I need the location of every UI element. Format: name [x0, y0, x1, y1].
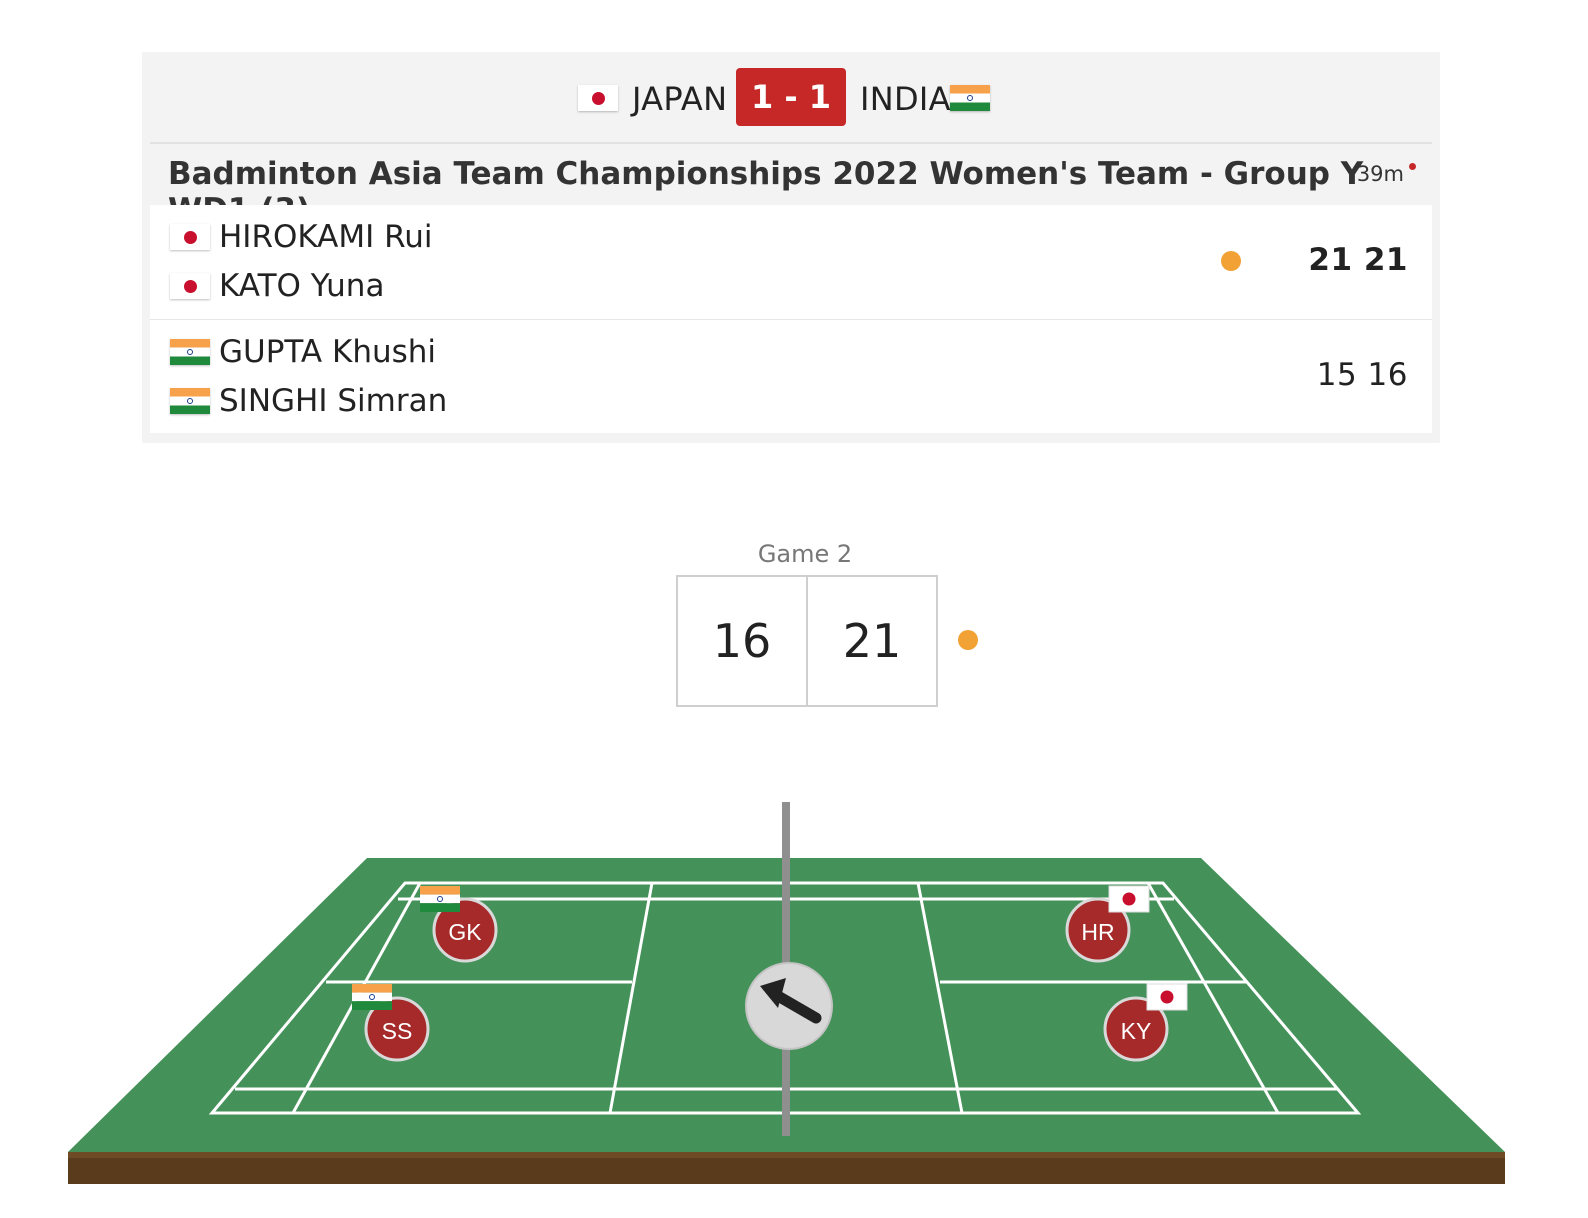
home-pair-row: HIROKAMI Rui KATO Yuna 21 21 — [150, 205, 1432, 320]
player-row: KATO Yuna — [170, 266, 384, 306]
player-name: KATO Yuna — [219, 268, 385, 304]
home-team-name: JAPAN — [632, 80, 728, 118]
india-flag-icon — [950, 85, 990, 111]
japan-flag-icon — [170, 224, 210, 250]
divider — [150, 142, 1432, 144]
player-row: HIROKAMI Rui — [170, 217, 433, 257]
japan-flag-icon — [578, 85, 618, 111]
match-card: JAPAN 1 - 1 INDIA Badminton Asia Team Ch… — [142, 52, 1440, 443]
pair-game-scores: 15 16 — [1316, 357, 1408, 393]
match-duration: 39m — [1356, 162, 1404, 186]
japan-flag-icon — [1108, 885, 1150, 913]
india-flag-icon — [170, 388, 210, 414]
player-name: SINGHI Simran — [219, 383, 448, 419]
player-initials: KY — [1121, 1018, 1152, 1044]
india-flag-icon — [170, 339, 210, 365]
game-label: Game 2 — [757, 540, 853, 568]
player-initials: GK — [448, 919, 482, 945]
shuttle-direction-indicator — [745, 962, 833, 1050]
player-row: GUPTA Khushi — [170, 332, 436, 372]
team-header: JAPAN 1 - 1 INDIA — [142, 52, 1440, 142]
india-flag-icon — [352, 984, 392, 1010]
away-team-name: INDIA — [860, 80, 951, 118]
game-score-right: 21 — [842, 614, 902, 668]
live-indicator-icon — [1409, 163, 1416, 170]
serving-indicator-icon — [1221, 251, 1241, 271]
player-initials: HR — [1081, 919, 1114, 945]
pair-game-scores: 21 21 — [1308, 242, 1408, 278]
india-flag-icon — [420, 886, 460, 912]
badminton-court: GK SS HR KY — [68, 802, 1505, 1184]
team-score-badge: 1 - 1 — [736, 68, 846, 126]
japan-flag-icon — [170, 273, 210, 299]
game-score-box: 16 21 — [676, 575, 938, 707]
player-name: HIROKAMI Rui — [219, 219, 433, 255]
player-name: GUPTA Khushi — [219, 334, 437, 370]
player-row: SINGHI Simran — [170, 381, 447, 421]
away-pair-row: GUPTA Khushi SINGHI Simran 15 16 — [150, 320, 1432, 433]
serving-indicator-icon — [958, 630, 978, 650]
court-base-edge — [68, 1152, 1505, 1158]
player-initials: SS — [382, 1018, 413, 1044]
japan-flag-icon — [1146, 983, 1188, 1011]
game-score-left: 16 — [678, 577, 808, 705]
